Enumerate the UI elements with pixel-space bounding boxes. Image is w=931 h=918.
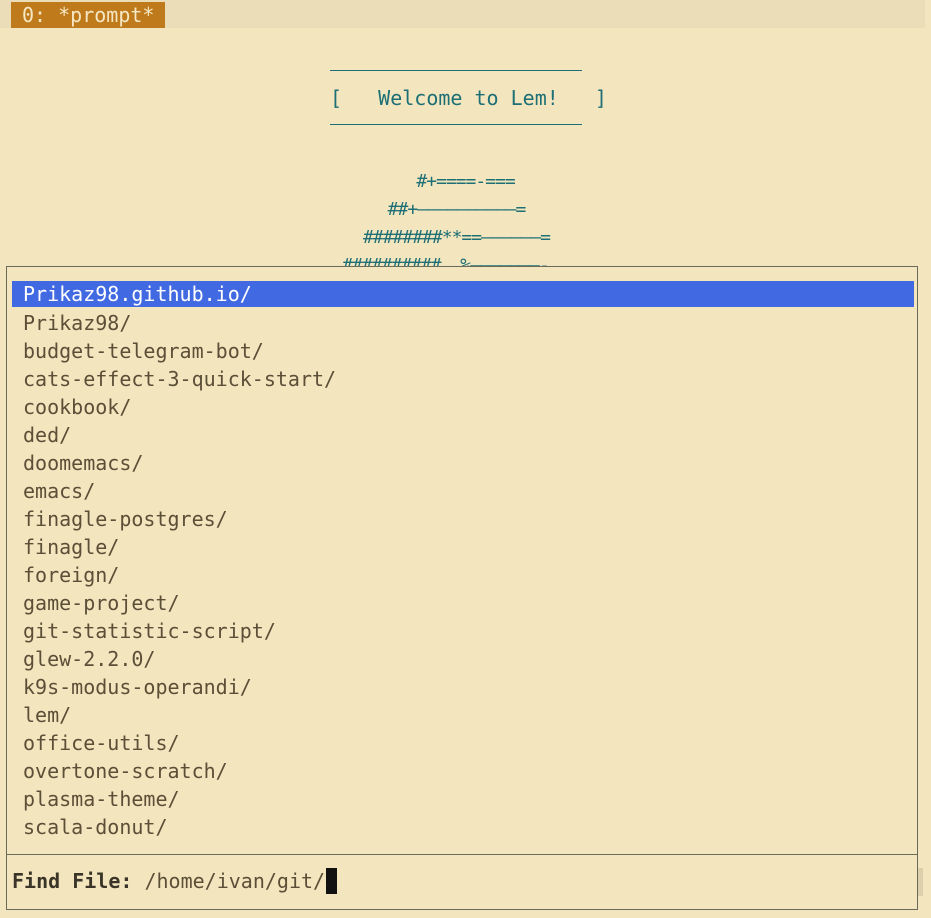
tab-prompt[interactable]: 0: *prompt*: [11, 2, 166, 28]
find-file-popup: Prikaz98.github.io/ Prikaz98/ budget-tel…: [6, 266, 918, 910]
completion-item[interactable]: finagle/: [12, 533, 914, 561]
tab-bar: 0: *prompt*: [0, 0, 925, 28]
completion-item[interactable]: emacs/: [12, 477, 914, 505]
completion-item[interactable]: glew-2.2.0/: [12, 645, 914, 673]
text-cursor: [326, 868, 338, 894]
prompt-label: Find File:: [12, 869, 133, 893]
prompt-divider: [7, 854, 917, 855]
completion-item[interactable]: doomemacs/: [12, 449, 914, 477]
ascii-art-line: ########**==——————=: [363, 227, 551, 248]
completion-item[interactable]: office-utils/: [12, 729, 914, 757]
completion-item-selected[interactable]: Prikaz98.github.io/: [12, 281, 914, 307]
completion-item[interactable]: game-project/: [12, 589, 914, 617]
completion-item[interactable]: budget-telegram-bot/: [12, 337, 914, 365]
completion-item[interactable]: overtone-scratch/: [12, 757, 914, 785]
completion-item[interactable]: foreign/: [12, 561, 914, 589]
banner-top-rule: [330, 70, 582, 71]
completion-item[interactable]: scala-donut/: [12, 813, 914, 841]
completion-item[interactable]: finagle-postgres/: [12, 505, 914, 533]
completion-list: Prikaz98.github.io/ Prikaz98/ budget-tel…: [12, 281, 914, 841]
completion-item[interactable]: Prikaz98/: [12, 309, 914, 337]
ascii-art-line: #+====-===: [416, 171, 515, 192]
ascii-art-line: ##+——————————=: [387, 199, 527, 220]
completion-item[interactable]: lem/: [12, 701, 914, 729]
completion-item[interactable]: ded/: [12, 421, 914, 449]
completion-item[interactable]: plasma-theme/: [12, 785, 914, 813]
find-file-prompt: Find File: /home/ivan/git/: [12, 867, 338, 895]
completion-item[interactable]: cats-effect-3-quick-start/: [12, 365, 914, 393]
find-file-input[interactable]: /home/ivan/git/: [144, 867, 325, 895]
completion-item[interactable]: git-statistic-script/: [12, 617, 914, 645]
completion-item[interactable]: cookbook/: [12, 393, 914, 421]
completion-item[interactable]: k9s-modus-operandi/: [12, 673, 914, 701]
banner-bottom-rule: [330, 124, 582, 125]
welcome-text: [ Welcome to Lem! ]: [330, 86, 607, 110]
scrollbar[interactable]: [918, 868, 923, 896]
